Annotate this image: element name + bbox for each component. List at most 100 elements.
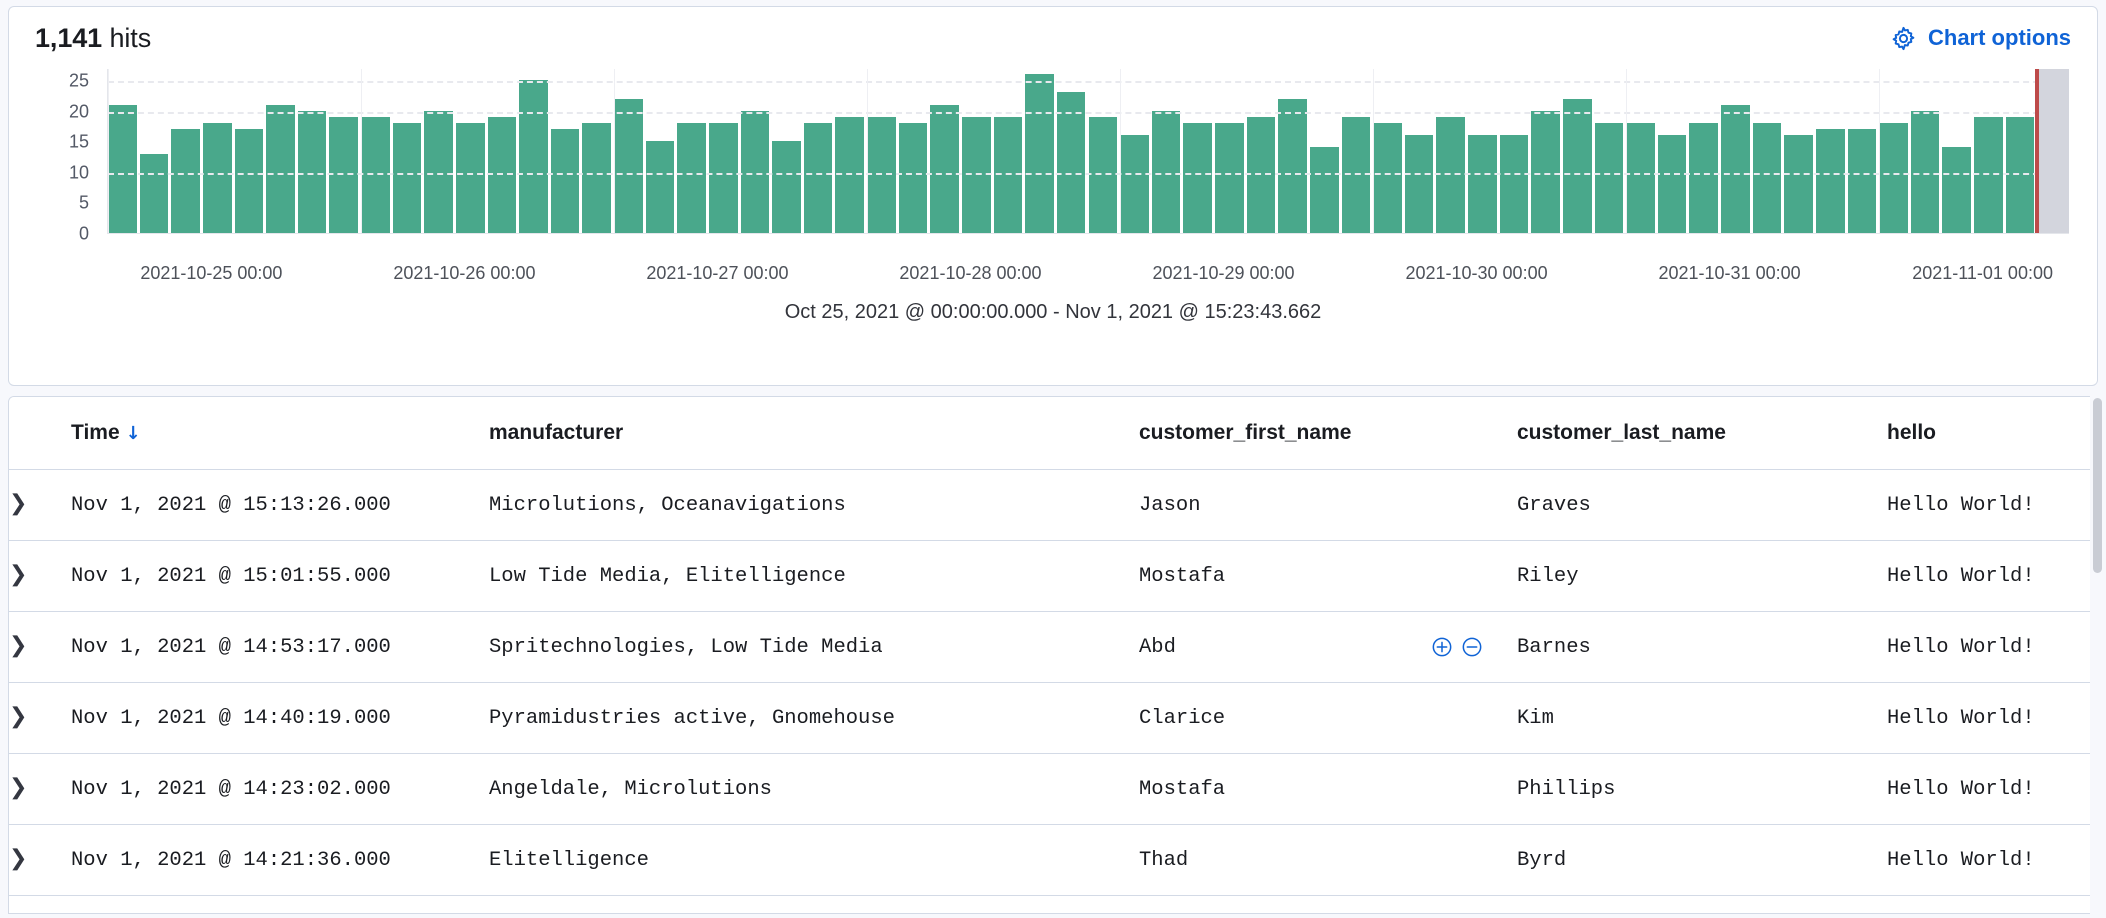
x-axis-tick: 2021-11-01 00:00 — [1912, 263, 2053, 284]
histogram-bar[interactable] — [1563, 99, 1592, 233]
y-axis-tick: 15 — [69, 132, 89, 153]
chevron-right-icon[interactable]: ❯ — [9, 493, 27, 515]
documents-table-panel: Time↓ manufacturer customer_first_name c… — [8, 396, 2098, 914]
histogram-bar[interactable] — [772, 141, 801, 233]
histogram-bar[interactable] — [456, 123, 485, 233]
chevron-right-icon[interactable]: ❯ — [9, 848, 27, 870]
cell-hello: Hello World! — [1887, 683, 2098, 754]
discover-page: 1,141 hits Chart options 0510152025 2021… — [0, 0, 2106, 918]
histogram-bar[interactable] — [2006, 117, 2035, 233]
histogram-bar[interactable] — [1721, 105, 1750, 233]
histogram-bar[interactable] — [1784, 135, 1813, 233]
x-gridline — [361, 69, 362, 233]
histogram-bar[interactable] — [1500, 135, 1529, 233]
histogram-bar[interactable] — [1658, 135, 1687, 233]
histogram-bar[interactable] — [867, 117, 896, 233]
histogram-bar[interactable] — [235, 129, 264, 233]
filter-out-value-icon[interactable] — [1461, 636, 1483, 658]
expand-row-cell[interactable]: ❯ — [9, 683, 71, 754]
histogram-bar[interactable] — [962, 117, 991, 233]
histogram-bar[interactable] — [140, 154, 169, 233]
column-header-customer-last-name[interactable]: customer_last_name — [1517, 397, 1887, 470]
sort-desc-icon[interactable]: ↓ — [126, 423, 141, 444]
column-header-customer-first-name[interactable]: customer_first_name — [1139, 397, 1517, 470]
expand-row-cell[interactable]: ❯ — [9, 470, 71, 541]
histogram-bar[interactable] — [1689, 123, 1718, 233]
x-axis-tick: 2021-10-25 00:00 — [140, 263, 282, 284]
expand-row-cell[interactable]: ❯ — [9, 612, 71, 683]
histogram-bar[interactable] — [171, 129, 200, 233]
table-row[interactable]: ❯Nov 1, 2021 @ 14:21:36.000Elitelligence… — [9, 825, 2098, 896]
histogram-bar[interactable] — [1595, 123, 1624, 233]
histogram-bar[interactable] — [361, 117, 390, 233]
hits-count: 1,141 — [35, 23, 102, 53]
column-header-hello[interactable]: hello — [1887, 397, 2098, 470]
histogram-bar[interactable] — [1879, 123, 1908, 233]
histogram-bar[interactable] — [614, 99, 643, 233]
histogram-bar[interactable] — [1626, 123, 1655, 233]
expand-row-cell[interactable]: ❯ — [9, 754, 71, 825]
histogram-bar[interactable] — [1753, 123, 1782, 233]
filter-for-value-icon[interactable] — [1431, 636, 1453, 658]
chevron-right-icon[interactable]: ❯ — [9, 635, 27, 657]
histogram-bar[interactable] — [1373, 123, 1402, 233]
histogram-bar[interactable] — [1342, 117, 1371, 233]
histogram-bar[interactable] — [393, 123, 422, 233]
histogram-bar[interactable] — [551, 129, 580, 233]
histogram-bar[interactable] — [203, 123, 232, 233]
cell-value: Jason — [1139, 494, 1201, 517]
histogram-bar[interactable] — [266, 105, 295, 233]
column-header-expand — [9, 397, 71, 470]
histogram-bar[interactable] — [488, 117, 517, 233]
histogram-bar[interactable] — [835, 117, 864, 233]
histogram-bar[interactable] — [677, 123, 706, 233]
histogram-bar[interactable] — [1025, 74, 1054, 233]
plot-area[interactable] — [107, 69, 2069, 234]
histogram-bar[interactable] — [1974, 117, 2003, 233]
column-header-manufacturer[interactable]: manufacturer — [489, 397, 1139, 470]
table-row[interactable]: ❯Nov 1, 2021 @ 14:53:17.000Spritechnolog… — [9, 612, 2098, 683]
chevron-right-icon[interactable]: ❯ — [9, 777, 27, 799]
histogram-bar[interactable] — [804, 123, 833, 233]
histogram-bar[interactable] — [1942, 147, 1971, 233]
expand-row-cell[interactable]: ❯ — [9, 541, 71, 612]
histogram-bar[interactable] — [1405, 135, 1434, 233]
histogram-bar[interactable] — [1278, 99, 1307, 233]
histogram-bar[interactable] — [899, 123, 928, 233]
histogram-bar[interactable] — [709, 123, 738, 233]
chart-options-button[interactable]: Chart options — [1891, 25, 2071, 51]
histogram-bar[interactable] — [1089, 117, 1118, 233]
table-row[interactable]: ❯Nov 1, 2021 @ 15:13:26.000Microlutions,… — [9, 470, 2098, 541]
histogram-bar[interactable] — [1247, 117, 1276, 233]
cell-customer-last-name: Graves — [1517, 470, 1887, 541]
histogram-bar[interactable] — [1848, 129, 1877, 233]
histogram-bar[interactable] — [1310, 147, 1339, 233]
cell-manufacturer: Low Tide Media, Elitelligence — [489, 541, 1139, 612]
histogram-bar[interactable] — [108, 105, 137, 233]
expand-row-cell[interactable]: ❯ — [9, 825, 71, 896]
column-header-time[interactable]: Time↓ — [71, 397, 489, 470]
histogram-bar[interactable] — [930, 105, 959, 233]
histogram-bar[interactable] — [994, 117, 1023, 233]
chevron-right-icon[interactable]: ❯ — [9, 564, 27, 586]
table-row[interactable]: ❯Nov 1, 2021 @ 14:23:02.000Angeldale, Mi… — [9, 754, 2098, 825]
histogram-bar[interactable] — [1215, 123, 1244, 233]
histogram-bar[interactable] — [1120, 135, 1149, 233]
histogram-bar[interactable] — [1436, 117, 1465, 233]
histogram-bar[interactable] — [1468, 135, 1497, 233]
cell-manufacturer: Pyramidustries active, Gnomehouse — [489, 683, 1139, 754]
histogram-bar[interactable] — [1816, 129, 1845, 233]
documents-scrollbar-thumb[interactable] — [2093, 398, 2102, 573]
histogram-bar[interactable] — [519, 80, 548, 233]
x-axis-tick: 2021-10-28 00:00 — [899, 263, 1041, 284]
cell-value: Abd — [1139, 636, 1176, 659]
chevron-right-icon[interactable]: ❯ — [9, 706, 27, 728]
x-axis-tick: 2021-10-27 00:00 — [646, 263, 788, 284]
histogram-bar[interactable] — [646, 141, 675, 233]
histogram-bar[interactable] — [1183, 123, 1212, 233]
table-row[interactable]: ❯Nov 1, 2021 @ 15:01:55.000Low Tide Medi… — [9, 541, 2098, 612]
histogram-bar[interactable] — [329, 117, 358, 233]
histogram-bar[interactable] — [582, 123, 611, 233]
x-gridline — [1120, 69, 1121, 233]
table-row[interactable]: ❯Nov 1, 2021 @ 14:40:19.000Pyramidustrie… — [9, 683, 2098, 754]
